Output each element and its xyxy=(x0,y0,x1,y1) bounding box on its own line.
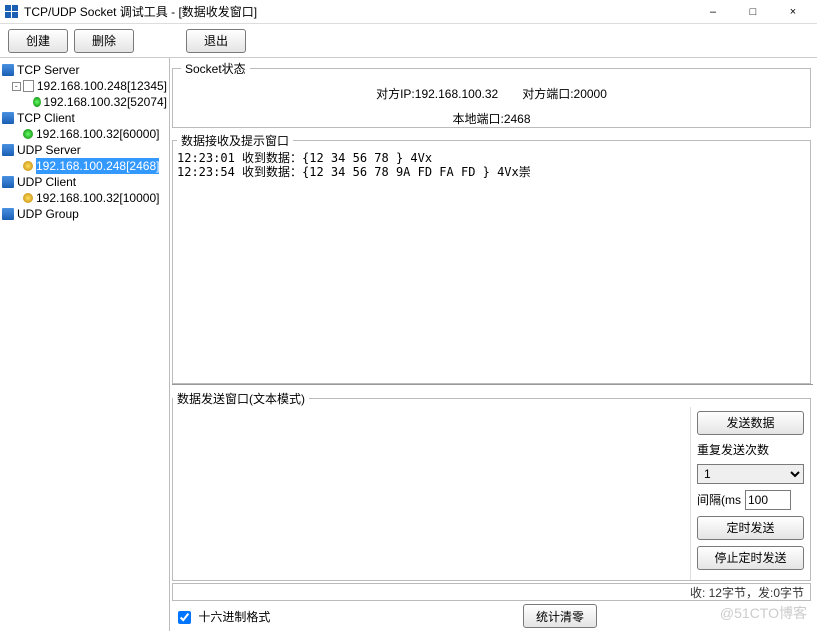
server-icon xyxy=(2,112,14,124)
main-area: TCP Server -192.168.100.248[12345] 192.1… xyxy=(0,58,817,631)
hex-checkbox-label[interactable]: 十六进制格式 xyxy=(178,608,270,625)
right-panel: Socket状态 对方IP:192.168.100.32 对方端口:20000 … xyxy=(170,58,817,631)
tree-udp-client[interactable]: UDP Client xyxy=(2,174,167,190)
collapse-icon[interactable]: - xyxy=(12,82,21,91)
maximize-button[interactable]: □ xyxy=(733,0,773,24)
tree-udp-server-0[interactable]: 192.168.100.248[2468] xyxy=(2,158,167,174)
titlebar: TCP/UDP Socket 调试工具 - [数据收发窗口] – □ × xyxy=(0,0,817,24)
watermark: @51CTO博客 xyxy=(720,603,807,623)
connection-icon xyxy=(23,161,33,171)
timed-send-button[interactable]: 定时发送 xyxy=(697,516,804,540)
app-icon xyxy=(4,5,18,19)
delete-button[interactable]: 删除 xyxy=(74,29,134,53)
connection-icon xyxy=(23,193,33,203)
repeat-select[interactable]: 1 xyxy=(697,464,804,484)
exit-button[interactable]: 退出 xyxy=(186,29,246,53)
tree-udp-client-0[interactable]: 192.168.100.32[10000] xyxy=(2,190,167,206)
minimize-button[interactable]: – xyxy=(693,0,733,24)
tree-tcp-server[interactable]: TCP Server xyxy=(2,62,167,78)
server-icon xyxy=(2,176,14,188)
tree-tcp-client[interactable]: TCP Client xyxy=(2,110,167,126)
create-button[interactable]: 创建 xyxy=(8,29,68,53)
send-legend: 数据发送窗口(文本模式) xyxy=(173,390,309,407)
status-bar: 收: 12字节，发:0字节 xyxy=(172,583,811,601)
connection-icon xyxy=(33,97,40,107)
peer-ip: 对方IP:192.168.100.32 xyxy=(376,85,498,102)
interval-label: 间隔(ms xyxy=(697,491,741,508)
server-icon xyxy=(2,208,14,220)
send-button[interactable]: 发送数据 xyxy=(697,411,804,435)
peer-port: 对方端口:20000 xyxy=(522,85,607,102)
host-icon xyxy=(23,80,34,92)
connection-icon xyxy=(23,129,33,139)
status-text: 收: 12字节，发:0字节 xyxy=(690,584,804,601)
receive-textarea[interactable]: 12:23:01 收到数据：{12 34 56 78 } 4Vx 12:23:5… xyxy=(177,151,806,381)
window-title: TCP/UDP Socket 调试工具 - [数据收发窗口] xyxy=(24,3,693,20)
stop-timed-button[interactable]: 停止定时发送 xyxy=(697,546,804,570)
close-button[interactable]: × xyxy=(773,0,813,24)
tree-tcp-server-0-child[interactable]: 192.168.100.32[52074] xyxy=(2,94,167,110)
send-box: 数据发送窗口(文本模式) 发送数据 重复发送次数 1 间隔(ms 定时发送 停止… xyxy=(172,390,811,581)
repeat-label: 重复发送次数 xyxy=(697,441,804,458)
socket-status-box: Socket状态 对方IP:192.168.100.32 对方端口:20000 … xyxy=(172,60,811,128)
tree-tcp-server-0[interactable]: -192.168.100.248[12345] xyxy=(2,78,167,94)
toolbar: 创建 删除 退出 xyxy=(0,24,817,58)
stat-clear-button[interactable]: 统计清零 xyxy=(523,604,597,628)
tree-tcp-client-0[interactable]: 192.168.100.32[60000] xyxy=(2,126,167,142)
send-textarea[interactable] xyxy=(173,407,690,580)
local-port: 本地端口:2468 xyxy=(452,110,530,127)
hex-checkbox[interactable] xyxy=(178,611,191,624)
receive-legend: 数据接收及提示窗口 xyxy=(177,132,293,149)
interval-input[interactable] xyxy=(745,490,791,510)
receive-box: 数据接收及提示窗口 12:23:01 收到数据：{12 34 56 78 } 4… xyxy=(172,132,811,384)
socket-status-legend: Socket状态 xyxy=(181,60,250,77)
bottom-bar: 十六进制格式 统计清零 xyxy=(170,601,815,631)
window-controls: – □ × xyxy=(693,0,813,24)
server-icon xyxy=(2,144,14,156)
server-icon xyxy=(2,64,14,76)
connection-tree[interactable]: TCP Server -192.168.100.248[12345] 192.1… xyxy=(0,58,170,631)
tree-udp-server[interactable]: UDP Server xyxy=(2,142,167,158)
tree-udp-group[interactable]: UDP Group xyxy=(2,206,167,222)
